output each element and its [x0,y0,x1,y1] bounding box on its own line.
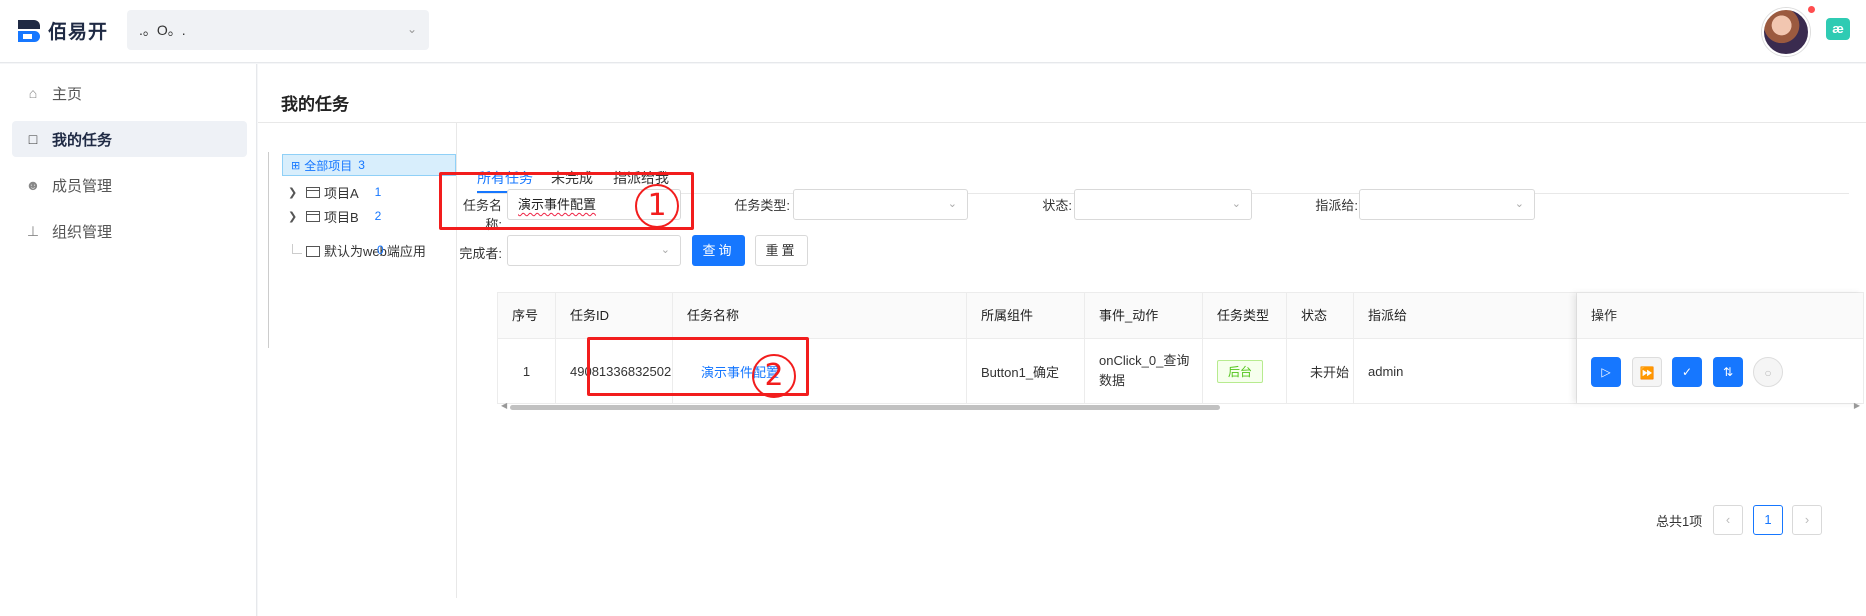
folder-icon [306,246,320,257]
row-assignee: admin [1354,339,1577,403]
page-number-button[interactable]: 1 [1753,505,1783,535]
sidebar-item-home[interactable]: ⌂ 主页 [12,75,247,111]
logo-text: 佰易开 [48,22,109,43]
pagination-total: 总共1项 [1656,514,1703,529]
annotation-number-1: 1 [635,184,679,228]
tree-node-project-a[interactable]: ❯ 项目A 1 [288,181,381,203]
assignee-select[interactable]: ⌄ [1359,189,1535,220]
sidebar: ⌂ 主页 □ 我的任务 ☻ 成员管理 ⊥ 组织管理 [0,64,257,616]
chevron-right-icon[interactable]: ❯ [288,210,302,223]
sidebar-item-label: 成员管理 [52,177,113,195]
page-title: 我的任务 [281,95,349,114]
column-header: 操作 [1577,293,1863,339]
logo[interactable]: 佰易开 [18,17,108,44]
org-icon: ⊥ [26,222,40,239]
tree-node-project-b[interactable]: ❯ 项目B 2 [288,205,381,227]
divider [258,122,1866,123]
row-task-type: 后台 [1203,339,1287,403]
home-icon: ⌂ [28,85,38,101]
project-select[interactable]: .。O。. ⌄ [127,10,429,50]
sidebar-item-my-tasks[interactable]: □ 我的任务 [12,121,247,157]
completer-label: 完成者: [459,246,502,261]
fast-forward-icon[interactable]: ⏩ [1632,357,1662,387]
notification-dot [1808,6,1815,13]
terminal-action-icon[interactable]: ▷ [1591,357,1621,387]
user-icon: ☻ [25,177,41,193]
file-icon: □ [28,131,38,147]
column-header: 指派给 [1354,293,1577,339]
chevron-down-icon: ⌄ [1231,198,1241,210]
column-header: 任务ID [556,293,673,339]
row-component: Button1_确定 [967,339,1085,403]
chevron-down-icon: ⌄ [660,244,670,256]
avatar[interactable] [1762,8,1810,56]
settings-action-icon[interactable]: ⇅ [1713,357,1743,387]
lightbulb-icon[interactable]: ○ [1753,357,1783,387]
tree-node-count: 1 [374,185,382,199]
main-content: 我的任务 ⊞ 全部项目 3 ❯ 项目A 1 ❯ 项目B 2 默认为web端应用 … [258,64,1866,616]
chevron-down-icon: ⌄ [947,198,957,210]
tree-node-count: 2 [374,209,382,223]
column-header: 事件_动作 [1085,293,1203,339]
row-status: 未开始 [1287,339,1354,403]
task-type-tag: 后台 [1217,359,1264,383]
sidebar-item-label: 主页 [52,85,83,103]
tree-node-all-projects[interactable]: ⊞ 全部项目 3 [282,154,456,176]
top-header: 佰易开 .。O。. ⌄ æ [0,0,1866,63]
tree-node-label: 项目B [324,209,359,225]
row-event-action: onClick_0_查询数据 [1085,339,1203,403]
chevron-down-icon: ⌄ [1514,198,1524,210]
project-select-value: .。O。. [139,22,186,38]
task-type-select[interactable]: ⌄ [793,189,968,220]
check-action-icon[interactable]: ✓ [1672,357,1702,387]
completer-select[interactable]: ⌄ [507,235,681,266]
tree-node-label: 项目A [324,185,359,201]
tree-line [268,152,269,348]
sidebar-item-org[interactable]: ⊥ 组织管理 [12,213,247,249]
scroll-left-icon[interactable]: ◀ [501,401,507,410]
reset-button[interactable]: 重置 [755,235,808,266]
scroll-right-icon[interactable]: ▶ [1854,401,1860,410]
chevron-down-icon: ⌄ [406,22,417,36]
sidebar-item-label: 组织管理 [52,223,113,241]
tree-node-label: 全部项目 [304,158,353,173]
task-type-label: 任务类型: [734,198,790,213]
ae-app-icon[interactable]: æ [1826,18,1850,40]
status-label: 状态: [1042,198,1072,213]
annotation-number-2: 2 [752,354,796,398]
tree-node-count: 3 [358,158,365,172]
column-header: 任务名称 [673,293,967,339]
grid-icon: ⊞ [291,159,301,172]
tree-node-count: 0 [377,243,384,257]
column-header: 序号 [498,293,556,339]
column-header: 任务类型 [1203,293,1287,339]
tree-line [292,244,302,254]
folder-icon [306,186,320,198]
chevron-right-icon[interactable]: ❯ [288,186,302,199]
status-select[interactable]: ⌄ [1074,189,1252,220]
table-horizontal-scrollbar[interactable]: ◀ ▶ [498,401,1863,411]
scrollbar-thumb[interactable] [510,405,1220,410]
tree-node-label: 默认为web端应用 [324,244,426,259]
row-index: 1 [498,339,556,403]
assignee-label: 指派给: [1315,198,1358,213]
logo-icon [18,19,40,42]
prev-page-button[interactable]: ‹ [1713,505,1743,535]
sidebar-item-members[interactable]: ☻ 成员管理 [12,167,247,203]
next-page-button[interactable]: › [1792,505,1822,535]
query-button[interactable]: 查询 [692,235,745,266]
sidebar-item-label: 我的任务 [52,131,113,149]
folder-icon [306,210,320,222]
column-header: 所属组件 [967,293,1085,339]
column-header: 状态 [1287,293,1354,339]
operations-column: 操作 ▷ ⏩ ✓ ⇅ ○ [1577,293,1863,403]
